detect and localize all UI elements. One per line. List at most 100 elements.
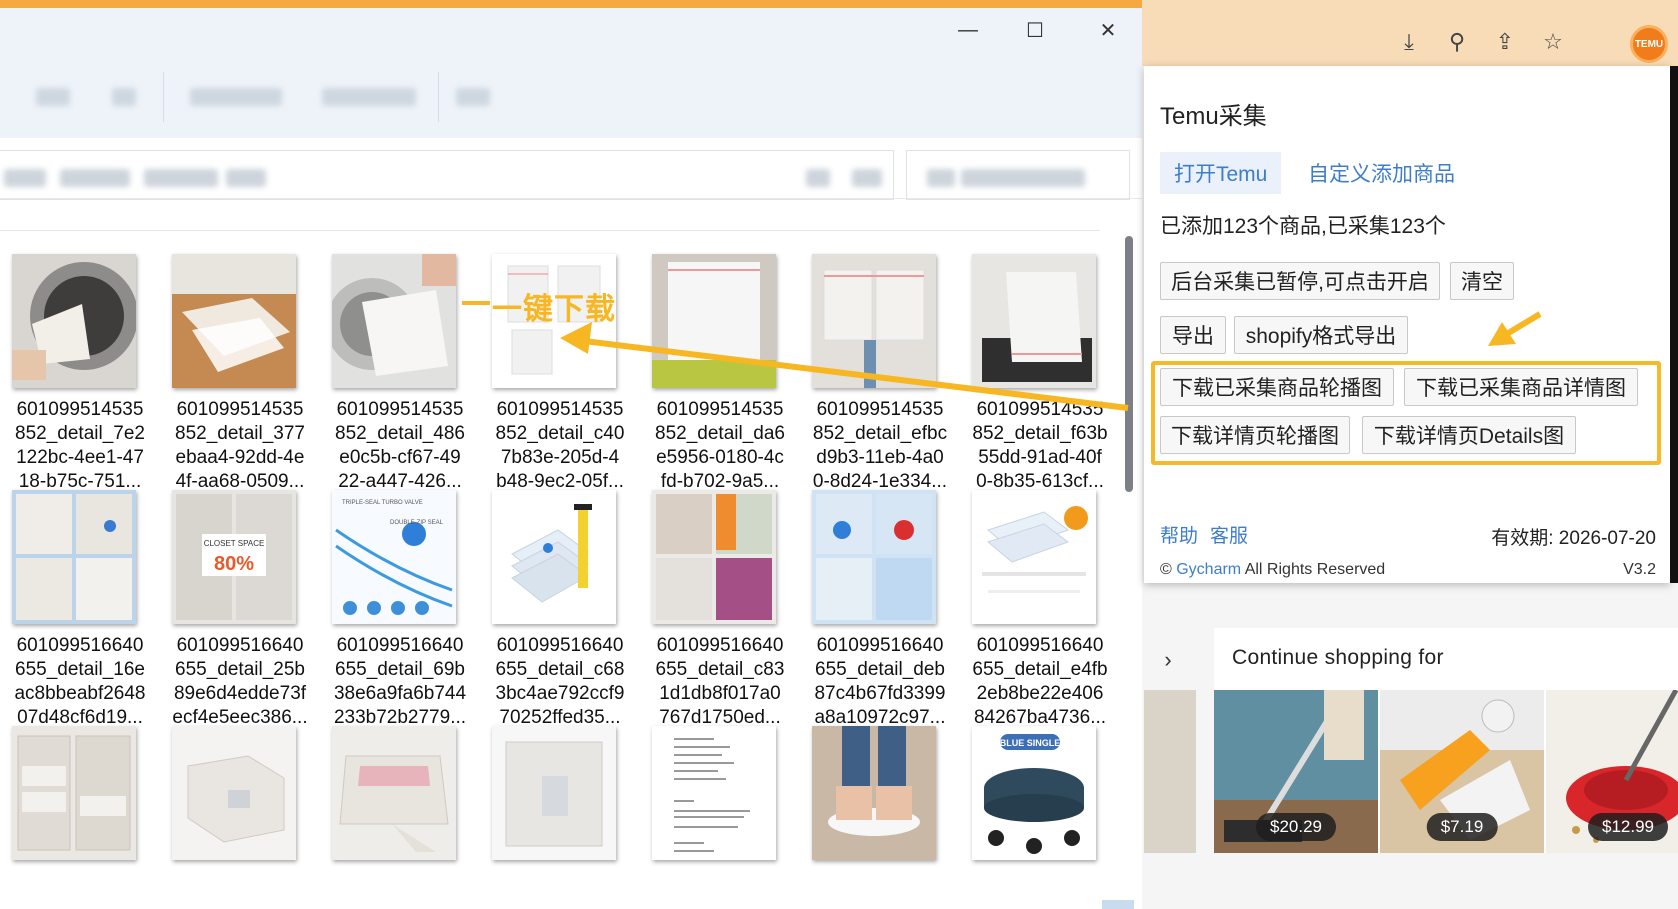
vertical-scrollbar[interactable] [1122, 236, 1136, 909]
version-label: V3.2 [1623, 561, 1656, 578]
file-thumbnail [172, 726, 296, 860]
file-thumbnail [652, 490, 776, 624]
file-thumbnail [332, 254, 456, 388]
shopify-export-button[interactable]: shopify格式导出 [1234, 316, 1408, 354]
scrollbar-thumb[interactable] [1125, 236, 1133, 492]
product-card[interactable]: $12.99 [1546, 690, 1678, 853]
gycharm-link[interactable]: Gycharm [1176, 561, 1241, 578]
file-name: 601099516640 655_detail_16e ac8bbeabf264… [14, 635, 146, 728]
search-placeholder-blur [927, 169, 955, 187]
temu-collector-popup: Temu采集 打开Temu 自定义添加商品 已添加123个商品,已采集123个 … [1144, 66, 1670, 583]
ribbon-item-blurred[interactable] [190, 88, 282, 106]
custom-add-product-link[interactable]: 自定义添加商品 [1294, 152, 1469, 194]
browser-toolbar: ⤓ ⚲ ⇪ ☆ [1142, 0, 1678, 66]
file-thumbnail: TRIPLE-SEAL TURBO VALVE DOUBLE-ZIP SEAL [332, 490, 456, 624]
product-card[interactable]: $7.19 [1380, 690, 1544, 853]
file-thumbnail: BLUE SINGLE [972, 726, 1096, 860]
file-name: 601099514535 852_detail_f63b 55dd-91ad-4… [972, 399, 1108, 492]
copyright: © Gycharm All Rights Reserved [1160, 561, 1385, 579]
file-thumbnail [332, 726, 456, 860]
address-segment [60, 169, 130, 187]
address-bar-row [0, 142, 1142, 200]
share-icon[interactable]: ⇪ [1487, 24, 1523, 60]
file-thumbnail [172, 254, 296, 388]
header-divider [0, 230, 1100, 231]
thumb-text: 80% [214, 553, 254, 575]
ribbon-item-blurred[interactable] [322, 88, 416, 106]
collection-status: 已添加123个商品,已采集123个 [1160, 215, 1446, 238]
file-thumbnail [972, 490, 1096, 624]
customer-service-link[interactable]: 客服 [1210, 521, 1248, 548]
file-name: 601099514535 852_detail_486 e0c5b-cf67-4… [335, 399, 465, 492]
file-name: 601099516640 655_detail_e4fb 2eb8be22e40… [972, 635, 1108, 728]
copyright-prefix: © [1160, 561, 1177, 578]
section-title: Continue shopping for [1232, 646, 1444, 669]
product-price: $12.99 [1588, 813, 1668, 841]
close-button[interactable]: ✕ [1083, 8, 1133, 52]
help-link[interactable]: 帮助 [1160, 521, 1198, 548]
product-card[interactable]: $20.29 [1214, 690, 1378, 853]
ribbon-divider [438, 72, 439, 122]
download-icon[interactable]: ⤓ [1391, 24, 1427, 60]
file-name: 601099516640 655_detail_c83 1d1db8f017a0… [655, 635, 785, 728]
search-placeholder-blur [961, 169, 1085, 187]
file-explorer-window: — ☐ ✕ 601099514535 852_detail_7e2 122bc-… [0, 8, 1142, 909]
address-bar[interactable] [0, 150, 894, 200]
maximize-button[interactable]: ☐ [1010, 8, 1060, 52]
file-thumbnail [492, 726, 616, 860]
file-thumbnail [812, 726, 936, 860]
thumb-text: CLOSET SPACE [204, 539, 265, 548]
ribbon-item-blurred[interactable] [112, 88, 136, 106]
file-name: 601099514535 852_detail_efbc d9b3-11eb-4… [812, 399, 948, 492]
file-thumbnail [652, 254, 776, 388]
popup-title: Temu采集 [1160, 103, 1267, 130]
address-segment [144, 169, 218, 187]
address-segment [4, 169, 46, 187]
file-thumbnail [12, 254, 136, 388]
file-thumbnail: CLOSET SPACE 80% [172, 490, 296, 624]
export-button[interactable]: 导出 [1160, 316, 1226, 354]
ribbon-item-blurred[interactable] [456, 88, 490, 106]
file-thumbnail [812, 490, 936, 624]
popup-edge [1670, 66, 1678, 583]
product-price: $20.29 [1256, 813, 1336, 841]
continue-shopping-section: Continue shopping for $20.29 $7.19 $12.9… [1214, 628, 1678, 853]
file-name: 601099516640 655_detail_deb 87c4b67fd339… [814, 635, 946, 728]
file-thumbnail [972, 254, 1096, 388]
file-thumbnail [492, 490, 616, 624]
file-name: 601099514535 852_detail_7e2 122bc-4ee1-4… [15, 399, 145, 492]
temu-extension-icon[interactable]: TEMU [1630, 25, 1668, 63]
thumb-text: TRIPLE-SEAL TURBO VALVE [342, 500, 423, 506]
highlight-box [1151, 361, 1661, 465]
address-segment [852, 169, 882, 187]
minimize-button[interactable]: — [943, 8, 993, 52]
open-temu-link[interactable]: 打开Temu [1160, 152, 1282, 194]
clear-button[interactable]: 清空 [1450, 262, 1514, 300]
copyright-suffix: All Rights Reserved [1241, 561, 1386, 578]
ribbon-item-blurred[interactable] [36, 88, 70, 106]
resume-collection-button[interactable]: 后台采集已暂停,可点击开启 [1160, 262, 1440, 300]
product-card-partial[interactable] [1144, 690, 1196, 853]
thumb-text: DOUBLE-ZIP SEAL [390, 520, 444, 526]
bookmark-star-icon[interactable]: ☆ [1535, 24, 1571, 60]
product-price: $7.19 [1426, 813, 1498, 841]
ribbon-divider [163, 72, 164, 122]
file-name: 601099514535 852_detail_377 ebaa4-92dd-4… [175, 399, 305, 492]
thumb-text: BLUE SINGLE [1000, 738, 1061, 748]
file-thumbnail [12, 490, 136, 624]
explorer-ribbon [0, 62, 1142, 138]
annotation-label: 一键下载 [492, 293, 616, 326]
expiry-date: 有效期: 2026-07-20 [1491, 528, 1656, 549]
file-name: 601099516640 655_detail_69b 38e6a9fa6b74… [333, 635, 467, 728]
file-name: 601099516640 655_detail_c68 3bc4ae792ccf… [495, 635, 625, 728]
address-segment [226, 169, 266, 187]
file-thumbnail [12, 726, 136, 860]
file-thumbnail [812, 254, 936, 388]
file-name: 601099516640 655_detail_25b 89e6d4edde73… [172, 635, 308, 728]
file-thumbnail [652, 726, 776, 860]
search-input[interactable] [906, 150, 1130, 200]
zoom-icon[interactable]: ⚲ [1439, 24, 1475, 60]
explorer-titlebar: — ☐ ✕ [0, 8, 1142, 62]
carousel-prev-arrow[interactable]: › [1152, 644, 1184, 676]
scroll-corner[interactable] [1102, 900, 1134, 909]
